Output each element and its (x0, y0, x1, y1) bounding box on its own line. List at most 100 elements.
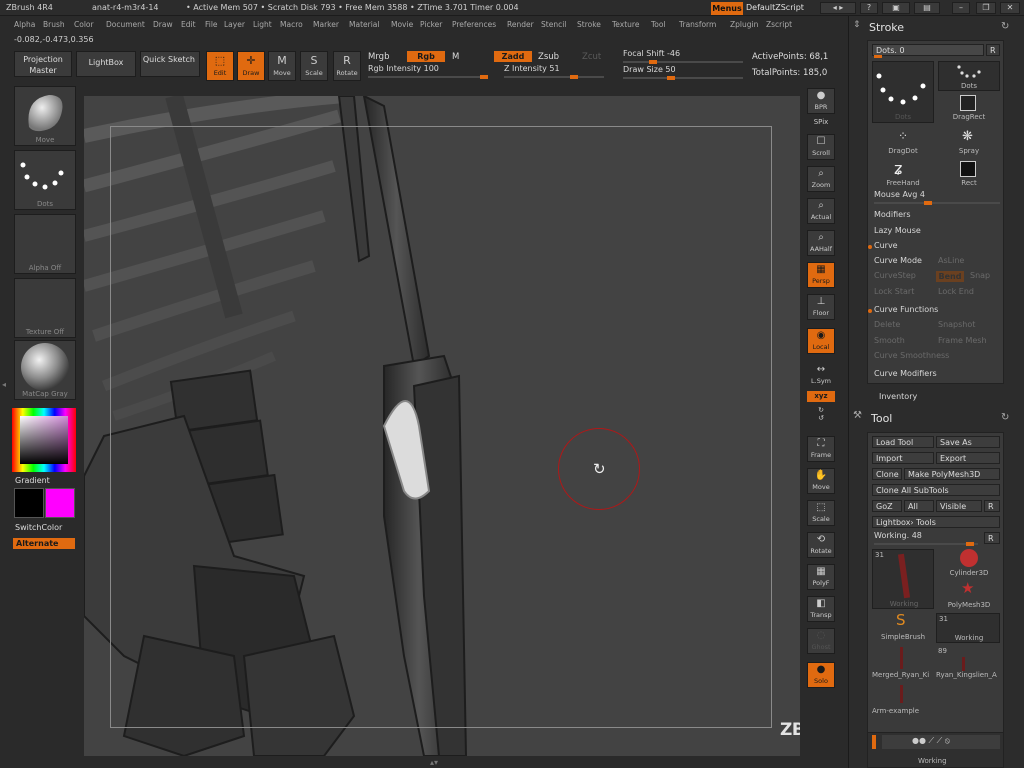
dots-small-thumb[interactable]: Dots (938, 61, 1000, 91)
lazy-mouse-section[interactable]: Lazy Mouse (874, 226, 921, 235)
menu-marker[interactable]: Marker (313, 20, 339, 29)
all-button[interactable]: All (904, 500, 934, 512)
tool-thumb-polymesh3d[interactable]: ★ PolyMesh3D (938, 579, 1000, 611)
tool-thumb-arm[interactable]: Arm-example (872, 683, 934, 719)
menu-preferences[interactable]: Preferences (452, 20, 496, 29)
close-icon[interactable]: ✕ (1000, 2, 1020, 14)
z-intensity-handle[interactable] (570, 75, 578, 79)
rgb-button[interactable]: Rgb (407, 51, 445, 62)
rotate-button[interactable]: R Rotate (333, 51, 361, 81)
floor-button[interactable]: ⊥ Floor (807, 294, 835, 320)
working-tool-slider[interactable]: Working. 48 (874, 531, 978, 546)
ghost-button[interactable]: ◌ Ghost (807, 628, 835, 654)
menu-stroke[interactable]: Stroke (577, 20, 601, 29)
draw-size-handle[interactable] (667, 76, 675, 80)
import-button[interactable]: Import (872, 452, 934, 464)
move-button[interactable]: M Move (268, 51, 296, 81)
quick-sketch-button[interactable]: Quick Sketch (140, 51, 200, 77)
help-icon[interactable]: ? (860, 2, 878, 14)
menu-color[interactable]: Color (74, 20, 94, 29)
stroke-thumbnail[interactable]: Dots (14, 150, 76, 210)
color-picker[interactable] (12, 408, 76, 472)
switchcolor-button[interactable]: SwitchColor (15, 523, 62, 532)
transp-button[interactable]: ◧ Transp (807, 596, 835, 622)
mouse-avg-handle[interactable] (924, 201, 932, 205)
menu-layer[interactable]: Layer (224, 20, 245, 29)
subtool-row[interactable]: ●● ⟋ ⟋ ⦸ (882, 735, 1000, 749)
export-button[interactable]: Export (936, 452, 1000, 464)
mouse-avg-slider[interactable]: Mouse Avg 4 (874, 190, 1000, 205)
working-r-button[interactable]: R (984, 532, 1000, 544)
color-swatch-icon[interactable]: ▣ (882, 2, 910, 14)
menu-zscript[interactable]: Zscript (766, 20, 792, 29)
brush-thumbnail[interactable]: Move (14, 86, 76, 146)
tool-thumb-working[interactable]: 31 Working (872, 549, 934, 609)
menu-file[interactable]: File (205, 20, 218, 29)
stroke-main-thumb[interactable]: Dots (872, 61, 934, 123)
lock-start-button[interactable]: Lock Start (874, 287, 914, 296)
rotate-view-button[interactable]: ⟲ Rotate (807, 532, 835, 558)
zoom-button[interactable]: ⌕ Zoom (807, 166, 835, 192)
menu-texture[interactable]: Texture (612, 20, 639, 29)
spray-item[interactable]: ❋ Spray (938, 129, 1000, 159)
primary-color-swatch[interactable] (14, 488, 44, 518)
lsym-button[interactable]: ↔ L.Sym (807, 362, 835, 388)
menu-macro[interactable]: Macro (280, 20, 303, 29)
tool-r-button[interactable]: R (984, 500, 1000, 512)
layout-icon[interactable]: ▤ (914, 2, 940, 14)
edit-button[interactable]: ⬚ Edit (206, 51, 234, 81)
goz-button[interactable]: GoZ (872, 500, 902, 512)
default-zscript-button[interactable]: DefaultZScript (746, 3, 804, 12)
projection-master-button[interactable]: Projection Master (14, 51, 72, 77)
tool-thumb-merged[interactable]: Merged_Ryan_Ki (872, 647, 934, 683)
dragdot-item[interactable]: ⁘ DragDot (872, 129, 934, 159)
working-tool-handle[interactable] (966, 542, 974, 546)
load-tool-button[interactable]: Load Tool (872, 436, 934, 448)
texture-thumbnail[interactable]: Texture Off (14, 278, 76, 338)
asline-button[interactable]: AsLine (938, 256, 964, 265)
dragrect-item[interactable]: DragRect (938, 95, 1000, 125)
left-collapse-icon[interactable]: ◂ (2, 380, 6, 389)
bpr-button[interactable]: ● BPR (807, 88, 835, 114)
curvestep-slider[interactable]: CurveStep (874, 271, 916, 280)
tool-thumb-cylinder3d[interactable]: Cylinder3D (938, 549, 1000, 579)
gradient-label[interactable]: Gradient (15, 476, 50, 485)
menu-light[interactable]: Light (253, 20, 272, 29)
tool-reset-icon[interactable]: ↻ (1001, 412, 1009, 423)
clone-all-subtools-button[interactable]: Clone All SubTools (872, 484, 1000, 496)
menu-document[interactable]: Document (106, 20, 145, 29)
menu-picker[interactable]: Picker (420, 20, 442, 29)
menu-draw[interactable]: Draw (153, 20, 173, 29)
menu-alpha[interactable]: Alpha (14, 20, 35, 29)
menu-stencil[interactable]: Stencil (541, 20, 566, 29)
secondary-color-swatch[interactable] (45, 488, 75, 518)
stroke-panel-title[interactable]: Stroke (869, 21, 904, 34)
persp-button[interactable]: ▦ Persp (807, 262, 835, 288)
lightbox-tools-button[interactable]: Lightbox› Tools (872, 516, 1000, 528)
save-as-button[interactable]: Save As (936, 436, 1000, 448)
maximize-icon[interactable]: ❐ (976, 2, 996, 14)
snapshot-button[interactable]: Snapshot (938, 320, 975, 329)
freehand-item[interactable]: ʑ FreeHand (872, 159, 934, 191)
polyf-button[interactable]: ▦ PolyF (807, 564, 835, 590)
curve-smoothness-slider[interactable]: Curve Smoothness (874, 351, 949, 360)
curve-section[interactable]: Curve (874, 241, 898, 250)
dots-slider-handle[interactable] (874, 55, 882, 58)
menus-button[interactable]: Menus (711, 2, 743, 15)
tool-thumb-working2[interactable]: 31 Working (936, 613, 1000, 643)
frame-mesh-button[interactable]: Frame Mesh (938, 336, 987, 345)
menu-material[interactable]: Material (349, 20, 379, 29)
scroll-button[interactable]: ☐ Scroll (807, 134, 835, 160)
dots-value-slider[interactable]: Dots. 0 (872, 44, 984, 56)
draw-size-slider[interactable]: Draw Size 50 (623, 65, 743, 80)
subtool-toggle-icons[interactable]: ●● ⟋ ⟋ ⦸ (912, 736, 950, 746)
smooth-button[interactable]: Smooth (874, 336, 905, 345)
zsub-button[interactable]: Zsub (538, 52, 559, 62)
modifiers-section[interactable]: Modifiers (874, 210, 911, 219)
rgb-intensity-handle[interactable] (480, 75, 488, 79)
stroke-reset-icon[interactable]: ↻ (1001, 21, 1009, 32)
minimize-icon[interactable]: – (952, 2, 970, 14)
tool-thumb-ryan[interactable]: Ryan_Kingslien_A (936, 647, 1000, 683)
focal-shift-slider[interactable]: Focal Shift -46 (623, 49, 743, 64)
focal-shift-handle[interactable] (649, 60, 657, 64)
